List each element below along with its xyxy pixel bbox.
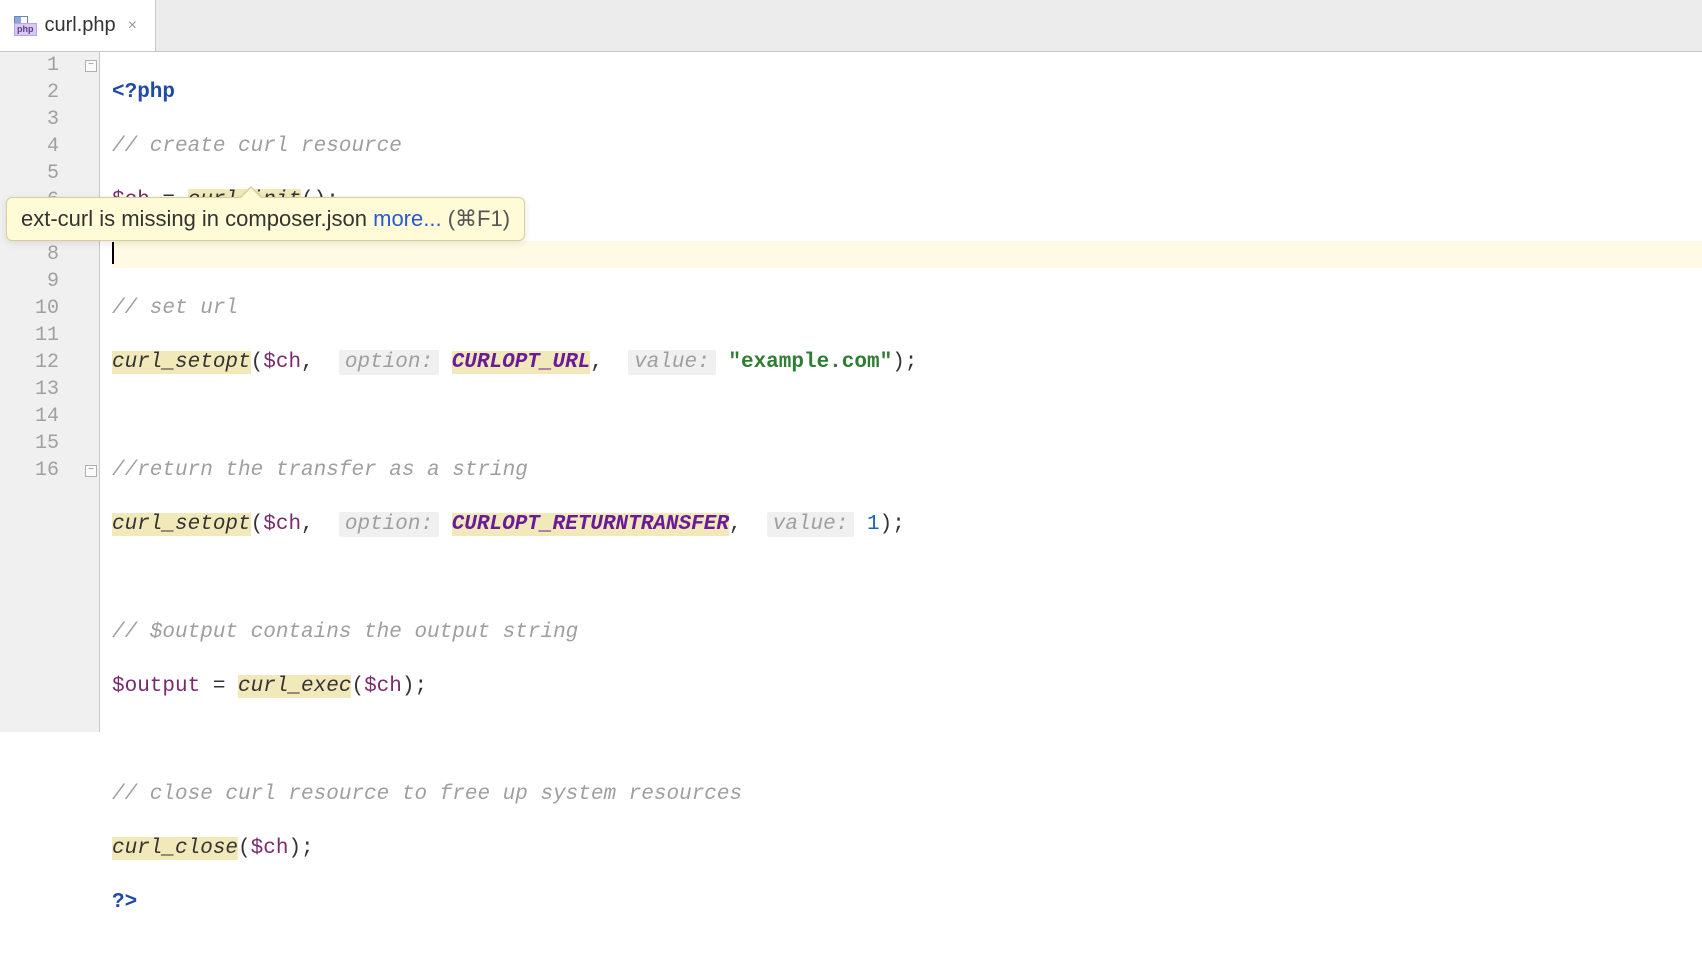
constant: CURLOPT_RETURNTRANSFER [452, 513, 729, 536]
operator: = [200, 675, 238, 698]
comma: , [590, 351, 628, 374]
comment: //return the transfer as a string [112, 459, 528, 482]
param-hint: value: [628, 350, 716, 375]
line-number: 8 [0, 241, 99, 268]
line-number: 4 [0, 133, 99, 160]
paren: ( [238, 837, 251, 860]
variable: $ch [263, 351, 301, 374]
space [439, 513, 452, 536]
line-number: 2 [0, 79, 99, 106]
editor: 1− 2 3 4 5 6 7 8 9 10 11 12 13 14 15 16−… [0, 52, 1702, 732]
fold-open-icon[interactable]: − [85, 60, 97, 72]
paren: ); [892, 351, 917, 374]
comment: // $output contains the output string [112, 621, 578, 644]
paren: ( [251, 513, 264, 536]
comment: // set url [112, 297, 238, 320]
tooltip-message: ext-curl is missing in composer.json [21, 206, 373, 231]
line-number: 11 [0, 322, 99, 349]
comma: , [301, 513, 339, 536]
tab-filename: curl.php [45, 14, 116, 37]
line-number: 16− [0, 457, 99, 484]
line-number: 9 [0, 268, 99, 295]
php-close-tag: ?> [112, 891, 137, 914]
param-hint: option: [339, 512, 439, 537]
paren: ); [288, 837, 313, 860]
space [854, 513, 867, 536]
param-hint: option: [339, 350, 439, 375]
comma: , [301, 351, 339, 374]
paren: ( [351, 675, 364, 698]
line-number: 13 [0, 376, 99, 403]
string-literal: "example.com" [728, 351, 892, 374]
comment: // create curl resource [112, 135, 402, 158]
number-literal: 1 [867, 513, 880, 536]
php-open-tag: <?php [112, 81, 175, 104]
gutter: 1− 2 3 4 5 6 7 8 9 10 11 12 13 14 15 16− [0, 52, 100, 732]
line-number: 1− [0, 52, 99, 79]
line-number: 15 [0, 430, 99, 457]
space [439, 351, 452, 374]
tooltip-shortcut: (⌘F1) [442, 206, 510, 231]
close-icon[interactable]: × [124, 15, 141, 37]
inspection-tooltip: ext-curl is missing in composer.json mor… [6, 197, 525, 241]
function-call: curl_close [112, 837, 238, 860]
php-file-icon: php [14, 16, 37, 36]
function-call: curl_exec [238, 675, 351, 698]
function-call: curl_setopt [112, 351, 251, 374]
variable: $ch [263, 513, 301, 536]
function-call: curl_setopt [112, 513, 251, 536]
line-number: 5 [0, 160, 99, 187]
comment: // close curl resource to free up system… [112, 783, 742, 806]
line-number: 12 [0, 349, 99, 376]
variable: $ch [251, 837, 289, 860]
text-caret [112, 242, 114, 264]
tab-curl-php[interactable]: php curl.php × [0, 0, 156, 51]
variable: $ch [364, 675, 402, 698]
tab-bar: php curl.php × [0, 0, 1702, 52]
paren: ); [402, 675, 427, 698]
line-number: 10 [0, 295, 99, 322]
constant: CURLOPT_URL [452, 351, 591, 374]
comma: , [729, 513, 767, 536]
fold-close-icon[interactable]: − [85, 465, 97, 477]
paren: ); [880, 513, 905, 536]
code-area[interactable]: <?php // create curl resource $ch = curl… [100, 52, 1702, 732]
variable: $output [112, 675, 200, 698]
paren: ( [251, 351, 264, 374]
line-number: 14 [0, 403, 99, 430]
line-number: 3 [0, 106, 99, 133]
param-hint: value: [767, 512, 855, 537]
tooltip-more-link[interactable]: more... [373, 206, 441, 231]
space [716, 351, 729, 374]
